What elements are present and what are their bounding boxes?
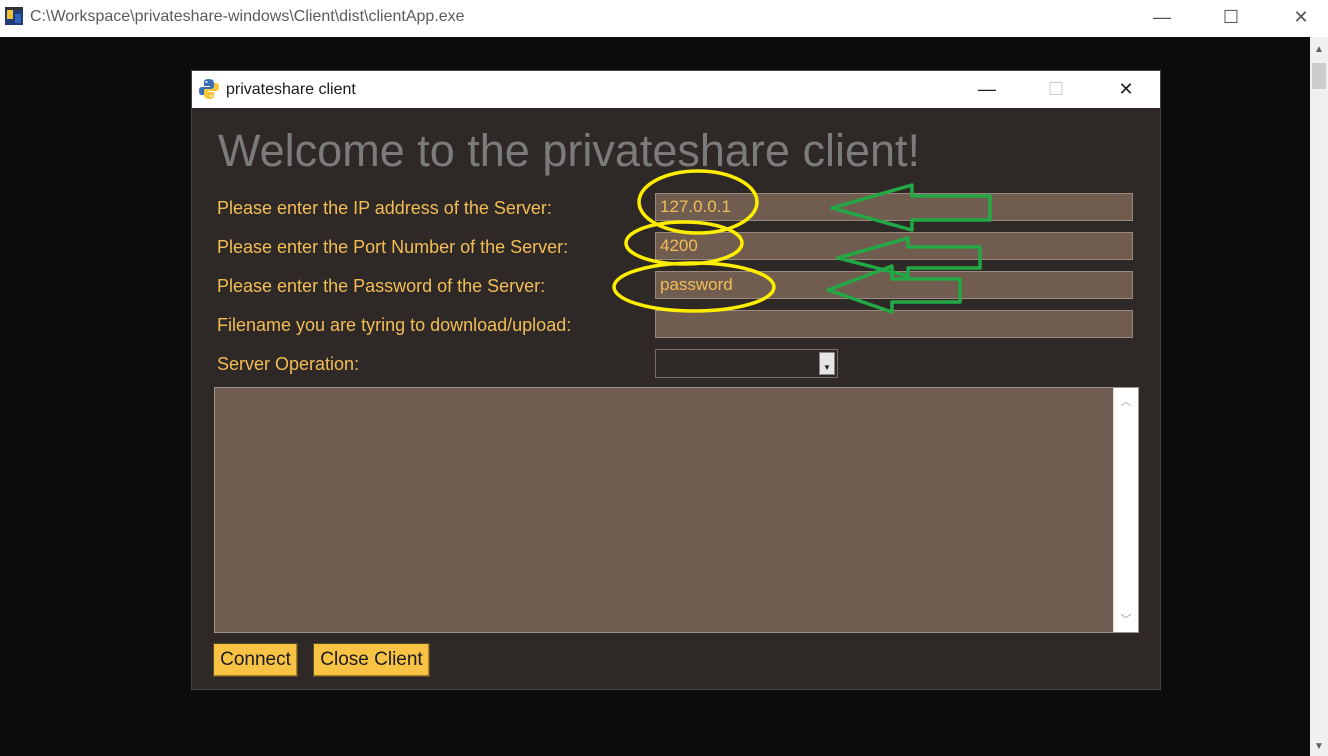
operation-select[interactable]: ▼ xyxy=(655,349,838,378)
output-textarea[interactable]: ︿ ﹀ xyxy=(214,387,1139,633)
client-window-title: privateshare client xyxy=(226,81,356,98)
maximize-icon: ☐ xyxy=(1047,79,1065,99)
close-button[interactable]: ✕ xyxy=(1278,0,1324,34)
welcome-heading: Welcome to the privateshare client! xyxy=(218,125,921,176)
filename-label: Filename you are tyring to download/uplo… xyxy=(217,315,572,335)
outer-titlebar: C:\Workspace\privateshare-windows\Client… xyxy=(0,0,1328,37)
output-scrollbar[interactable]: ︿ ﹀ xyxy=(1113,388,1138,632)
console-app-icon xyxy=(5,7,23,25)
connect-button[interactable]: Connect xyxy=(213,643,298,677)
maximize-button[interactable]: ☐ xyxy=(1208,0,1254,34)
client-close-button[interactable]: ✕ xyxy=(1103,71,1149,108)
scroll-up-arrow-icon[interactable]: ▲ xyxy=(1310,37,1328,61)
dropdown-arrow-icon[interactable]: ▼ xyxy=(819,352,835,375)
console-scrollbar[interactable]: ▲ ▼ xyxy=(1310,37,1328,756)
maximize-icon: ☐ xyxy=(1222,6,1240,27)
client-minimize-button[interactable]: — xyxy=(964,71,1010,108)
client-window: privateshare client — ☐ ✕ Welcome to the… xyxy=(191,70,1161,690)
client-maximize-button: ☐ xyxy=(1033,71,1079,108)
close-icon: ✕ xyxy=(1118,79,1134,99)
python-logo-icon xyxy=(199,79,219,99)
ip-label: Please enter the IP address of the Serve… xyxy=(217,198,552,218)
ip-input[interactable] xyxy=(655,193,1133,221)
filename-input[interactable] xyxy=(655,310,1133,338)
chevron-down-icon[interactable]: ﹀ xyxy=(1114,608,1138,630)
scrollbar-thumb[interactable] xyxy=(1312,63,1326,89)
close-client-button[interactable]: Close Client xyxy=(313,643,430,677)
scroll-down-arrow-icon[interactable]: ▼ xyxy=(1310,736,1328,756)
client-titlebar: privateshare client — ☐ ✕ xyxy=(192,71,1160,108)
minimize-icon: — xyxy=(1153,6,1171,27)
minimize-button[interactable]: — xyxy=(1139,0,1185,34)
operation-label: Server Operation: xyxy=(217,354,360,374)
password-label: Please enter the Password of the Server: xyxy=(217,276,546,296)
chevron-up-icon[interactable]: ︿ xyxy=(1114,390,1138,412)
close-icon: ✕ xyxy=(1293,6,1309,27)
minimize-icon: — xyxy=(978,79,996,99)
outer-window-title: C:\Workspace\privateshare-windows\Client… xyxy=(30,8,465,25)
password-input[interactable] xyxy=(655,271,1133,299)
port-label: Please enter the Port Number of the Serv… xyxy=(217,237,569,257)
port-input[interactable] xyxy=(655,232,1133,260)
